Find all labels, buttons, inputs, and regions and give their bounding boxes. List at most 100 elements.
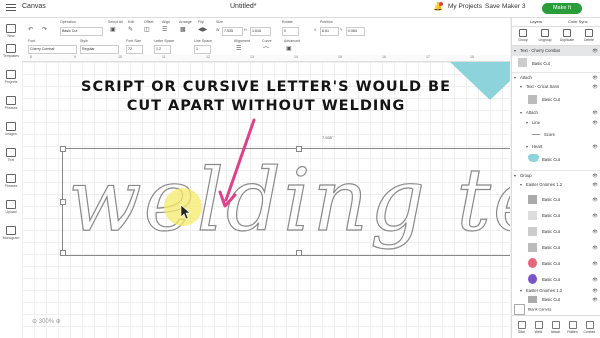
delete-button[interactable]: Delete xyxy=(580,29,598,42)
layer-text-cherry-combat[interactable]: ▾ Text - Cherry Combat 👁 xyxy=(512,46,600,56)
sidebar-upload[interactable]: Upload xyxy=(0,200,22,214)
layer-item[interactable]: Basic Cut 👁 xyxy=(512,295,600,304)
style-select[interactable]: Regular xyxy=(80,45,119,54)
layer-item[interactable]: Basic Cut 👁 xyxy=(512,272,600,286)
edit-icon[interactable]: ✎ xyxy=(128,26,133,33)
layer-item[interactable]: Basic Cut 👁 xyxy=(512,256,600,270)
duplicate-button[interactable]: Duplicate xyxy=(558,29,576,42)
undo-icon[interactable]: ↶ xyxy=(28,26,33,33)
eye-icon[interactable]: 👁 xyxy=(592,288,598,294)
letter-space-input[interactable]: 1.2 xyxy=(154,45,171,54)
my-projects-link[interactable]: My Projects xyxy=(448,3,482,10)
blank-canvas-layer[interactable]: Blank Canvas xyxy=(514,304,599,315)
layer-item[interactable]: Basic Cut 👁 xyxy=(512,224,600,238)
eye-icon[interactable]: 👁 xyxy=(592,120,598,126)
font-select[interactable]: Cherry Combat xyxy=(28,45,77,54)
layer-item[interactable]: Basic Cut 👁 xyxy=(512,208,600,222)
layer-line[interactable]: ▾ Line 👁 xyxy=(512,118,600,127)
layer-text-cricut-sans[interactable]: ▾ Text - Cricut Sans 👁 xyxy=(512,82,600,91)
layer-item[interactable]: Basic Cut 👁 xyxy=(512,240,600,254)
select-all-icon[interactable]: ▣ xyxy=(110,26,116,33)
arrange-icon[interactable]: ▩ xyxy=(180,26,186,33)
sidebar-images[interactable]: Images xyxy=(0,122,22,136)
height-input[interactable]: 1.616 xyxy=(250,27,271,36)
make-it-button[interactable]: Make It xyxy=(542,3,582,14)
attach-button[interactable]: Attach xyxy=(547,321,564,334)
sidebar-new[interactable]: New xyxy=(0,24,22,38)
operation-label: Operation xyxy=(60,20,76,24)
contour-button[interactable]: Contour xyxy=(581,321,598,334)
layer-group-attach[interactable]: ▾ Attach 👁 xyxy=(512,72,600,82)
eye-icon[interactable]: 👁 xyxy=(592,297,598,303)
font-size-input[interactable]: 72 xyxy=(126,45,143,54)
rotate-input[interactable]: 0 xyxy=(282,27,299,36)
y-position-input[interactable]: 0.084 xyxy=(346,27,365,36)
sidebar-templates[interactable]: Templates xyxy=(0,44,22,58)
curve-icon[interactable]: ⌒ xyxy=(263,45,269,54)
sidebar-shapes[interactable]: Phrases xyxy=(0,96,22,110)
ruler-mark: 10 xyxy=(118,55,122,59)
zoom-level[interactable]: ⊖ 300% ⊕ xyxy=(32,318,61,325)
redo-icon[interactable]: ↷ xyxy=(42,26,47,33)
eye-icon[interactable]: 👁 xyxy=(592,110,598,116)
weld-button[interactable]: Weld xyxy=(530,321,547,334)
sidebar-phrases[interactable]: Phrases xyxy=(0,174,22,188)
slice-icon xyxy=(517,321,526,329)
sidebar-text[interactable]: Text xyxy=(0,148,22,162)
layer-thumbnail xyxy=(528,211,537,220)
eye-icon[interactable]: 👁 xyxy=(592,277,598,283)
layer-item[interactable]: Basic Cut 👁 xyxy=(512,192,600,206)
operation-select[interactable]: Basic Cut xyxy=(60,27,103,36)
eye-icon[interactable]: 👁 xyxy=(592,197,598,203)
eye-icon[interactable]: 👁 xyxy=(592,48,598,54)
align-icon[interactable]: ☰ xyxy=(162,26,167,33)
layer-sub-attach[interactable]: ▾ Attach 👁 xyxy=(512,108,600,117)
save-button[interactable]: Save xyxy=(485,3,500,10)
chevron-down-icon: ▾ xyxy=(514,173,517,178)
cursive-text-object[interactable]: welding te xyxy=(62,150,510,254)
sidebar-monogram[interactable]: Monogram xyxy=(0,226,22,240)
layer-easter-gnomes[interactable]: ▾ Easter Gnomes 1.2 👁 xyxy=(512,180,600,189)
x-position-input[interactable]: 6.61 xyxy=(320,27,339,36)
tab-color-sync[interactable]: Color Sync xyxy=(568,19,588,24)
eye-icon[interactable]: 👁 xyxy=(592,173,598,179)
machine-selector[interactable]: Maker 3 xyxy=(502,3,525,10)
flatten-button[interactable]: Flatten xyxy=(564,321,581,334)
ungroup-button[interactable]: Ungroup xyxy=(536,29,554,42)
eye-icon[interactable]: 👁 xyxy=(592,213,598,219)
offset-icon[interactable]: ◫ xyxy=(144,26,150,33)
tab-layers[interactable]: Layers xyxy=(530,19,542,24)
eye-icon[interactable]: 👁 xyxy=(592,245,598,251)
ruler-mark: 15 xyxy=(338,55,342,59)
eye-icon[interactable]: 👁 xyxy=(592,229,598,235)
flip-label: Flip xyxy=(198,20,204,24)
layer-group[interactable]: ▾ Group 👁 xyxy=(512,170,600,180)
eye-icon[interactable]: 👁 xyxy=(592,84,598,90)
layer-score[interactable]: Score xyxy=(512,130,600,140)
eye-icon[interactable]: 👁 xyxy=(592,182,598,188)
align-left-icon[interactable]: ☰ xyxy=(236,45,241,52)
line-space-input[interactable]: 1 xyxy=(194,45,211,54)
layer-heart[interactable]: ▾ Heart 👁 xyxy=(512,142,600,151)
menu-icon[interactable] xyxy=(6,4,16,12)
layer-item[interactable]: Basic Cut xyxy=(512,152,600,166)
layer-item[interactable]: Basic Cut xyxy=(512,56,600,70)
horizontal-ruler: 8 9 10 11 12 13 14 15 16 17 18 xyxy=(22,55,510,62)
advanced-icon[interactable]: ▣ xyxy=(286,45,292,52)
sidebar-projects[interactable]: Projects xyxy=(0,70,22,84)
layers-tabs: Layers Color Sync xyxy=(512,18,600,27)
layer-easter-gnomes[interactable]: ▾ Easter Gnomes 1.2 👁 xyxy=(512,286,600,295)
flip-icon[interactable]: ◀▶ xyxy=(198,26,207,33)
layer-item[interactable]: Basic Cut xyxy=(512,92,600,106)
attach-icon xyxy=(551,321,560,329)
slice-button[interactable]: Slice xyxy=(513,321,530,334)
eye-icon[interactable]: 👁 xyxy=(592,144,598,150)
pointer-cursor-icon xyxy=(180,204,191,220)
design-canvas[interactable]: SCRIPT OR CURSIVE LETTER'S WOULD BE CUT … xyxy=(22,62,510,338)
group-button[interactable]: Group xyxy=(514,29,532,42)
eye-icon[interactable]: 👁 xyxy=(592,75,598,81)
eye-icon[interactable]: 👁 xyxy=(592,261,598,267)
width-input[interactable]: 7.535 xyxy=(222,27,243,36)
flatten-icon xyxy=(568,321,577,329)
caption-line-1: SCRIPT OR CURSIVE LETTER'S WOULD BE xyxy=(81,79,451,95)
